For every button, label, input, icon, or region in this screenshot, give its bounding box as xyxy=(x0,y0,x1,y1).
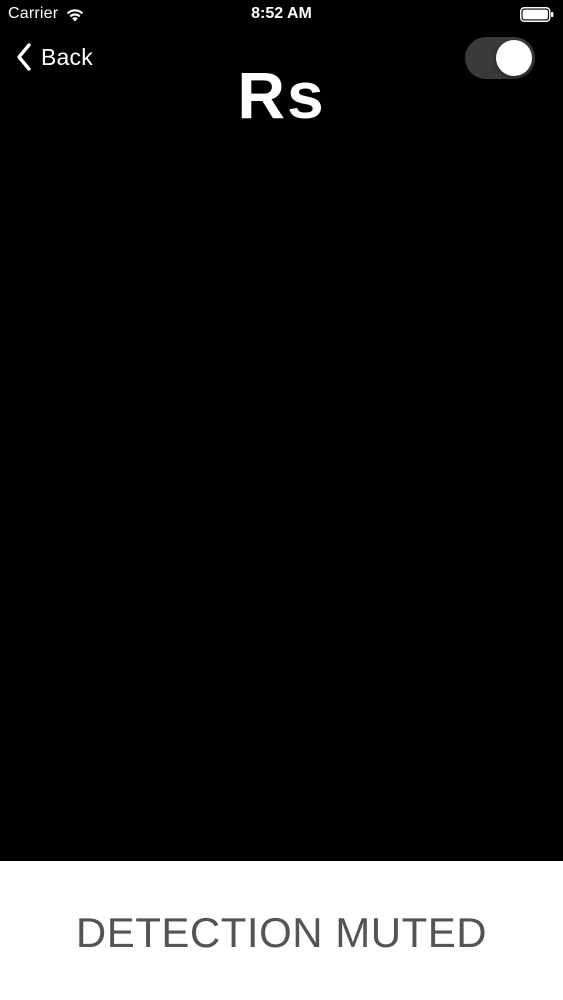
toggle-knob xyxy=(496,40,532,76)
detection-status-label: DETECTION MUTED xyxy=(75,909,488,956)
status-time: 8:52 AM xyxy=(251,5,312,22)
status-panel: DETECTION MUTED xyxy=(0,861,563,1000)
battery-full-icon xyxy=(520,7,554,22)
detection-toggle[interactable] xyxy=(465,37,535,79)
status-bar: Carrier 8:52 AM xyxy=(0,0,563,30)
screen: Carrier 8:52 AM Back Rs DETECTION MUTED xyxy=(0,0,563,1000)
camera-view xyxy=(0,130,563,861)
